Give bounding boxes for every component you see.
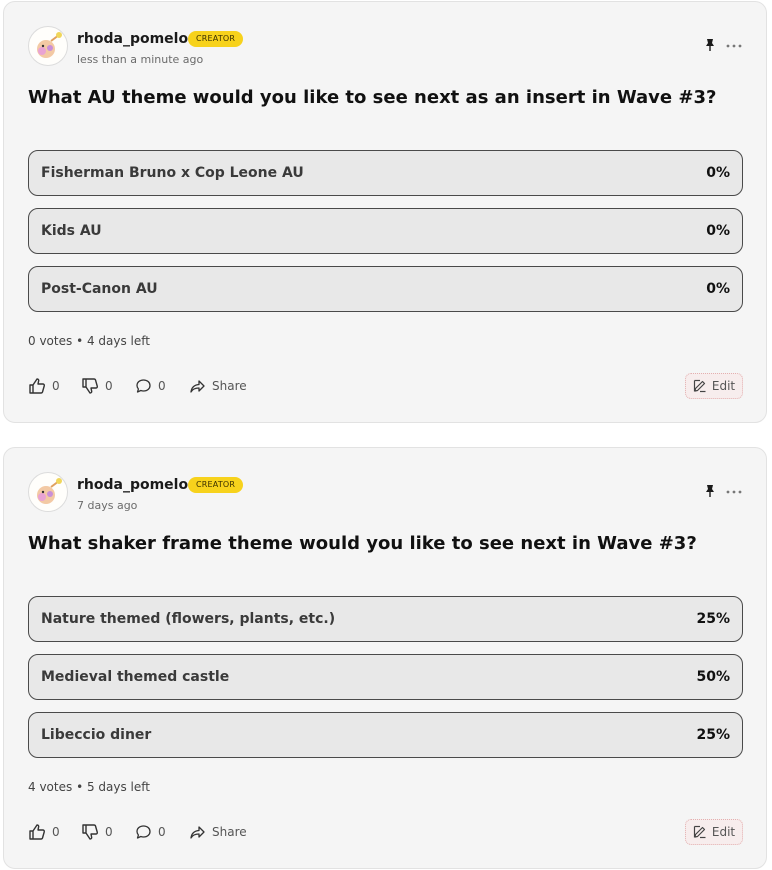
avatar[interactable] [28, 472, 68, 512]
poll-post: rhoda_pomelo CREATOR 7 days ago What sha… [3, 447, 767, 869]
comment-button[interactable]: 0 [135, 821, 166, 843]
more-options-icon[interactable] [726, 44, 742, 48]
comment-icon [136, 378, 151, 393]
dislike-count: 0 [105, 825, 113, 839]
dislike-count: 0 [105, 379, 113, 393]
comment-count: 0 [158, 379, 166, 393]
poll-option[interactable]: Libeccio diner 25% [28, 712, 743, 758]
poll-option-percent: 0% [706, 281, 730, 297]
poll-option-label: Nature themed (flowers, plants, etc.) [41, 611, 336, 627]
poll-option-percent: 0% [706, 223, 730, 239]
poll-meta: 4 votes • 5 days left [28, 779, 150, 795]
poll-option-percent: 0% [706, 165, 730, 181]
edit-label: Edit [711, 379, 736, 393]
share-icon [190, 379, 205, 393]
thumbs-down-icon [82, 824, 98, 840]
thumbs-down-icon [82, 378, 98, 394]
creator-badge: CREATOR [188, 31, 244, 47]
poll-option-label: Kids AU [41, 223, 102, 239]
creator-badge: CREATOR [188, 477, 244, 493]
poll-post: rhoda_pomelo CREATOR less than a minute … [3, 1, 767, 423]
share-button[interactable]: Share [189, 821, 247, 843]
share-label: Share [212, 825, 247, 839]
like-count: 0 [52, 825, 60, 839]
poll-option[interactable]: Post-Canon AU 0% [28, 266, 743, 312]
poll-option-label: Libeccio diner [41, 727, 152, 743]
meta-separator: • [76, 780, 84, 794]
timestamp: less than a minute ago [77, 53, 204, 66]
thumbs-up-icon [29, 824, 45, 840]
pin-icon[interactable] [704, 484, 716, 498]
dislike-button[interactable]: 0 [81, 821, 113, 843]
comment-count: 0 [158, 825, 166, 839]
share-icon [190, 825, 205, 839]
username[interactable]: rhoda_pomelo [77, 476, 188, 494]
poll-option[interactable]: Nature themed (flowers, plants, etc.) 25… [28, 596, 743, 642]
poll-option[interactable]: Fisherman Bruno x Cop Leone AU 0% [28, 150, 743, 196]
share-label: Share [212, 379, 247, 393]
poll-option-label: Medieval themed castle [41, 669, 230, 685]
poll-option-percent: 25% [696, 727, 730, 743]
avatar[interactable] [28, 26, 68, 66]
edit-button[interactable]: Edit [685, 373, 743, 399]
poll-option-percent: 50% [696, 669, 730, 685]
poll-meta: 0 votes • 4 days left [28, 333, 150, 349]
username[interactable]: rhoda_pomelo [77, 30, 188, 48]
poll-option-percent: 25% [696, 611, 730, 627]
vote-count: 4 votes [28, 780, 73, 794]
more-options-icon[interactable] [726, 490, 742, 494]
like-button[interactable]: 0 [28, 375, 60, 397]
time-left: 5 days left [86, 780, 150, 794]
time-left: 4 days left [86, 334, 150, 348]
thumbs-up-icon [29, 378, 45, 394]
comment-icon [136, 824, 151, 839]
like-button[interactable]: 0 [28, 821, 60, 843]
edit-icon [693, 379, 706, 393]
vote-count: 0 votes [28, 334, 73, 348]
poll-question: What shaker frame theme would you like t… [28, 533, 697, 554]
poll-question: What AU theme would you like to see next… [28, 87, 717, 108]
edit-button[interactable]: Edit [685, 819, 743, 845]
comment-button[interactable]: 0 [135, 375, 166, 397]
poll-option[interactable]: Kids AU 0% [28, 208, 743, 254]
edit-label: Edit [711, 825, 736, 839]
poll-option[interactable]: Medieval themed castle 50% [28, 654, 743, 700]
poll-option-label: Fisherman Bruno x Cop Leone AU [41, 165, 304, 181]
timestamp: 7 days ago [77, 499, 138, 512]
dislike-button[interactable]: 0 [81, 375, 113, 397]
poll-option-label: Post-Canon AU [41, 281, 158, 297]
meta-separator: • [76, 334, 84, 348]
edit-icon [693, 825, 706, 839]
pin-icon[interactable] [704, 38, 716, 52]
share-button[interactable]: Share [189, 375, 247, 397]
like-count: 0 [52, 379, 60, 393]
